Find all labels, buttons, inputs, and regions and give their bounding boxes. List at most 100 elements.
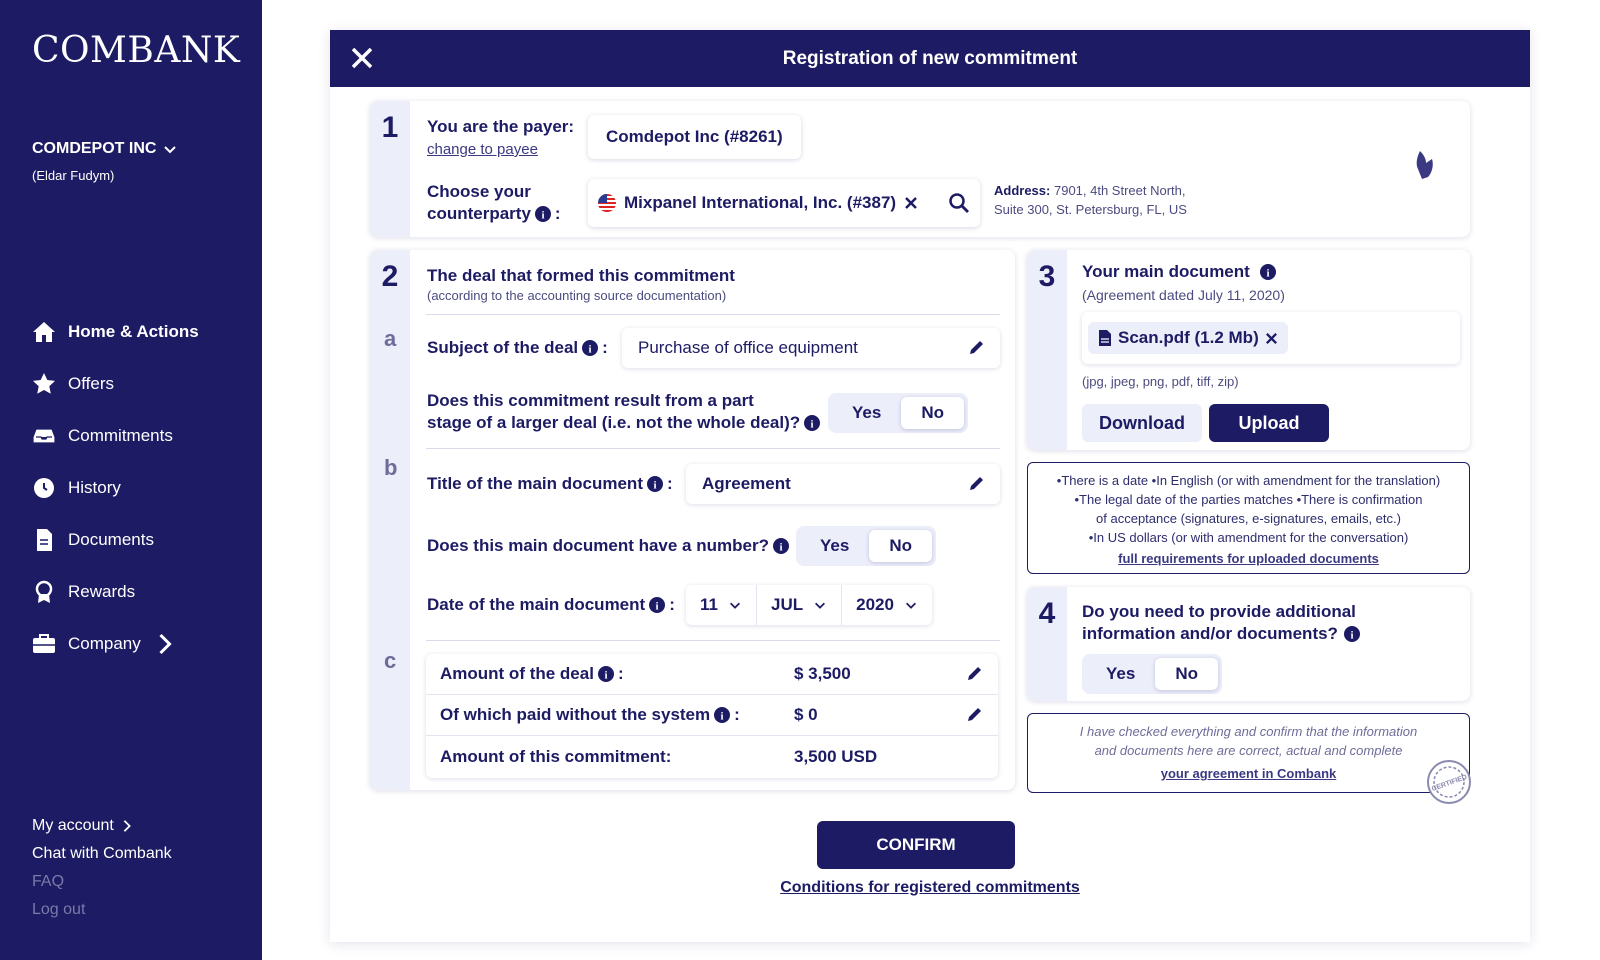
info-icon[interactable]: i (772, 538, 789, 554)
sidebar-item-company[interactable]: Company (32, 618, 199, 670)
logout-link[interactable]: Log out (32, 896, 172, 924)
main-doc-title-field[interactable]: Agreement (686, 464, 1000, 504)
file-chip: Scan.pdf (1.2 Mb) (1088, 322, 1288, 354)
year-value: 2020 (856, 595, 894, 614)
amount-value[interactable]: $ 3,500 (794, 664, 851, 684)
file-name: Scan.pdf (1.2 Mb) (1118, 328, 1259, 347)
modal-header: Registration of new commitment (330, 30, 1530, 87)
info-icon[interactable]: i (1343, 626, 1360, 642)
doc-number-toggle[interactable]: Yes No (796, 526, 936, 566)
info-icon[interactable]: i (534, 206, 551, 222)
sidebar-item-label: History (68, 478, 121, 497)
main-doc-heading: Your main document i (1082, 262, 1276, 282)
clear-icon[interactable] (904, 196, 918, 210)
pencil-icon[interactable] (968, 476, 984, 492)
month-select[interactable]: JUL (757, 585, 843, 625)
subject-value: Purchase of office equipment (638, 338, 858, 357)
my-account-link[interactable]: My account (32, 812, 172, 840)
info-icon[interactable]: i (597, 666, 614, 682)
search-icon[interactable] (948, 192, 970, 214)
commitment-row: Amount of this commitment: 3,500 USD (426, 736, 998, 777)
paid-row: Of which paid without the system i: $ 0 (426, 695, 998, 736)
close-icon[interactable] (348, 44, 376, 72)
commitment-value: 3,500 USD (794, 746, 878, 766)
yes-option[interactable]: Yes (800, 530, 869, 562)
amounts-table: Amount of the deal i: $ 3,500 Of which pa… (426, 654, 998, 778)
change-to-payee-link[interactable]: change to payee (427, 141, 538, 158)
logo[interactable]: COMBANK (32, 30, 240, 71)
part-stage-question: Does this commitment result from a part … (427, 390, 821, 434)
pencil-icon[interactable] (966, 707, 982, 723)
yes-option[interactable]: Yes (1086, 658, 1155, 690)
remove-file-icon[interactable] (1265, 332, 1278, 345)
company-selector[interactable]: COMDEPOT INC (32, 140, 178, 158)
agreement-link[interactable]: your agreement in Combank (1028, 764, 1469, 783)
sidebar-item-label: Commitments (68, 426, 173, 445)
info-icon[interactable]: i (649, 597, 666, 613)
part-question-line2: stage of a larger deal (i.e. not the who… (427, 413, 801, 432)
step3-card: 3 Your main document i (Agreement dated … (1027, 250, 1470, 450)
certified-stamp-icon: CERTIFIED (1427, 760, 1471, 804)
part-question-line2-wrap: stage of a larger deal (i.e. not the who… (427, 412, 821, 434)
company-name: COMDEPOT INC (32, 140, 157, 157)
req-line: •The legal date of the parties matches •… (1074, 492, 1423, 507)
upload-button[interactable]: Upload (1209, 404, 1329, 442)
conditions-link: Conditions for registered commitments (330, 879, 1530, 897)
subject-label-text: Subject of the deal (427, 338, 579, 357)
paid-value[interactable]: $ 0 (794, 705, 818, 725)
full-requirements-link[interactable]: full requirements for uploaded documents (1028, 549, 1469, 568)
no-option[interactable]: No (869, 530, 932, 562)
svg-text:i: i (1350, 630, 1353, 642)
year-select[interactable]: 2020 (842, 585, 932, 625)
sidebar-item-home[interactable]: Home & Actions (32, 306, 199, 358)
doc-number-question: Does this main document have a number? i (427, 536, 789, 556)
pencil-icon[interactable] (968, 340, 984, 356)
sidebar-item-history[interactable]: History (32, 462, 199, 514)
info-icon[interactable]: i (582, 340, 599, 356)
sidebar-item-documents[interactable]: Documents (32, 514, 199, 566)
info-icon[interactable]: i (804, 415, 821, 431)
sidebar-item-label: Documents (68, 530, 154, 549)
pencil-icon[interactable] (966, 666, 982, 682)
month-value: JUL (770, 595, 804, 614)
doc-date-select: 11 JUL 2020 (686, 585, 932, 625)
no-option[interactable]: No (1155, 658, 1218, 690)
counterparty-field[interactable]: Mixpanel International, Inc. (#387) (588, 179, 980, 227)
sidebar-item-rewards[interactable]: Rewards (32, 566, 199, 618)
info-icon[interactable]: i (1259, 264, 1276, 280)
divider (426, 640, 1000, 641)
confirm-button[interactable]: CONFIRM (817, 821, 1015, 869)
additional-info-toggle[interactable]: Yes No (1082, 654, 1222, 694)
svg-text:i: i (604, 670, 607, 682)
step2-card: 2 The deal that formed this commitment (… (370, 250, 1015, 790)
chevron-down-icon (815, 602, 826, 609)
faq-link[interactable]: FAQ (32, 868, 172, 896)
part-stage-toggle[interactable]: Yes No (828, 393, 968, 433)
sidebar-item-offers[interactable]: Offers (32, 358, 199, 410)
svg-text:i: i (653, 480, 656, 492)
yes-option[interactable]: Yes (832, 397, 901, 429)
conditions-link-text[interactable]: Conditions for registered commitments (780, 879, 1080, 896)
additional-info-question: Do you need to provide additional inform… (1082, 601, 1360, 645)
paid-label: Of which paid without the system i: (440, 705, 740, 724)
deal-subtitle: (according to the accounting source docu… (427, 288, 727, 303)
chat-link[interactable]: Chat with Combank (32, 840, 172, 868)
sidebar-item-commitments[interactable]: Commitments (32, 410, 199, 462)
colon: : (666, 474, 673, 493)
day-select[interactable]: 11 (686, 585, 757, 625)
requirements-box: •There is a date •In English (or with am… (1027, 462, 1470, 574)
address-line1-text: 7901, 4th Street North, (1053, 183, 1186, 198)
sidebar-nav: Home & Actions Offers Commitments Histor… (32, 306, 199, 670)
info-icon[interactable]: i (646, 476, 663, 492)
download-button[interactable]: Download (1082, 404, 1202, 442)
subject-field[interactable]: Purchase of office equipment (622, 328, 1000, 368)
counterparty-label-line1: Choose your (427, 182, 531, 201)
no-option[interactable]: No (901, 397, 964, 429)
info-icon[interactable]: i (714, 707, 731, 723)
section-letter-b: b (384, 455, 398, 480)
main-doc-heading-text: Your main document (1082, 262, 1250, 281)
part-question-line1: Does this commitment result from a part (427, 391, 754, 410)
file-drop-area[interactable]: Scan.pdf (1.2 Mb) (1082, 312, 1460, 364)
confirmation-note: I have checked everything and confirm th… (1027, 713, 1470, 793)
briefcase-icon (33, 634, 55, 653)
